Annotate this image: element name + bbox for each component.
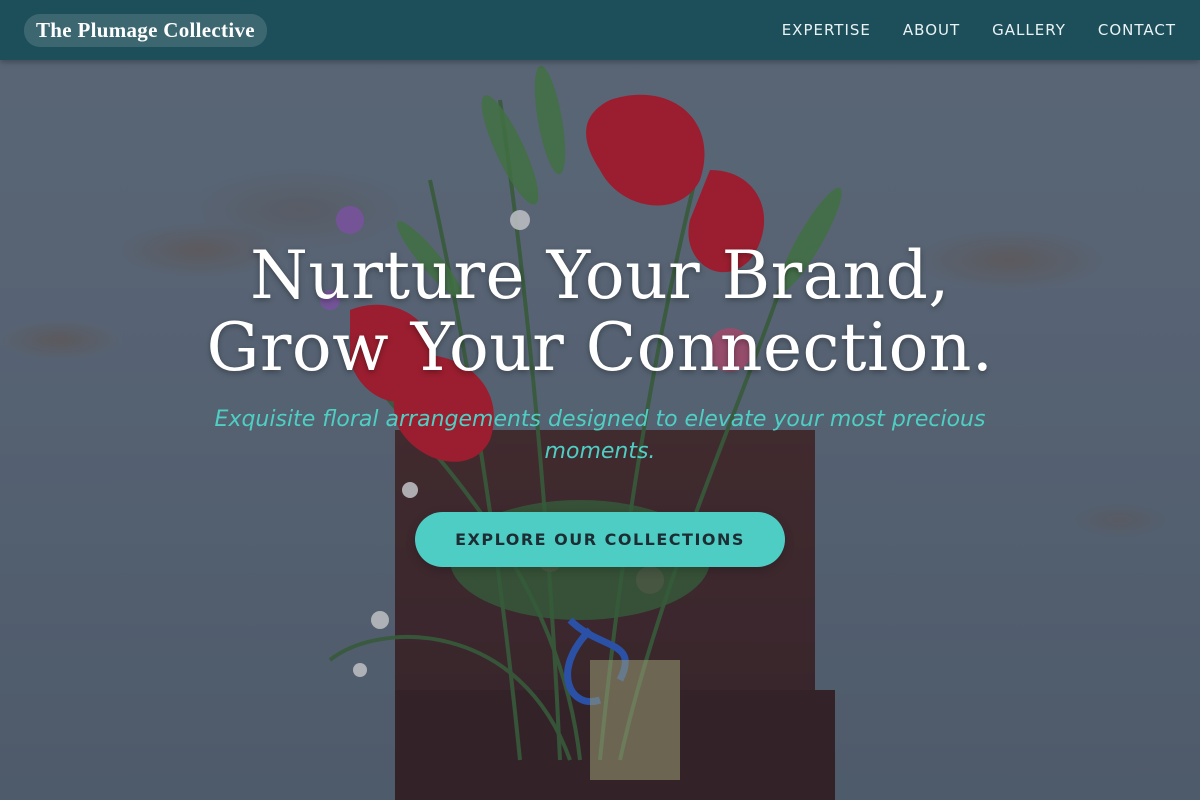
explore-collections-button[interactable]: EXPLORE OUR COLLECTIONS	[415, 512, 785, 567]
top-navbar: The Plumage Collective EXPERTISE ABOUT G…	[0, 0, 1200, 60]
nav-link-about[interactable]: ABOUT	[903, 21, 960, 39]
hero-title: Nurture Your Brand, Grow Your Connection…	[0, 240, 1200, 384]
nav-links: EXPERTISE ABOUT GALLERY CONTACT	[782, 21, 1176, 39]
nav-link-contact[interactable]: CONTACT	[1098, 21, 1176, 39]
nav-link-gallery[interactable]: GALLERY	[992, 21, 1066, 39]
brand-logo[interactable]: The Plumage Collective	[24, 13, 267, 47]
hero-title-line-2: Grow Your Connection.	[206, 309, 994, 386]
hero-section: Nurture Your Brand, Grow Your Connection…	[0, 240, 1200, 567]
hero-title-line-1: Nurture Your Brand,	[250, 237, 950, 314]
nav-link-expertise[interactable]: EXPERTISE	[782, 21, 871, 39]
page: The Plumage Collective EXPERTISE ABOUT G…	[0, 0, 1200, 800]
hero-subtitle: Exquisite floral arrangements designed t…	[214, 407, 986, 464]
